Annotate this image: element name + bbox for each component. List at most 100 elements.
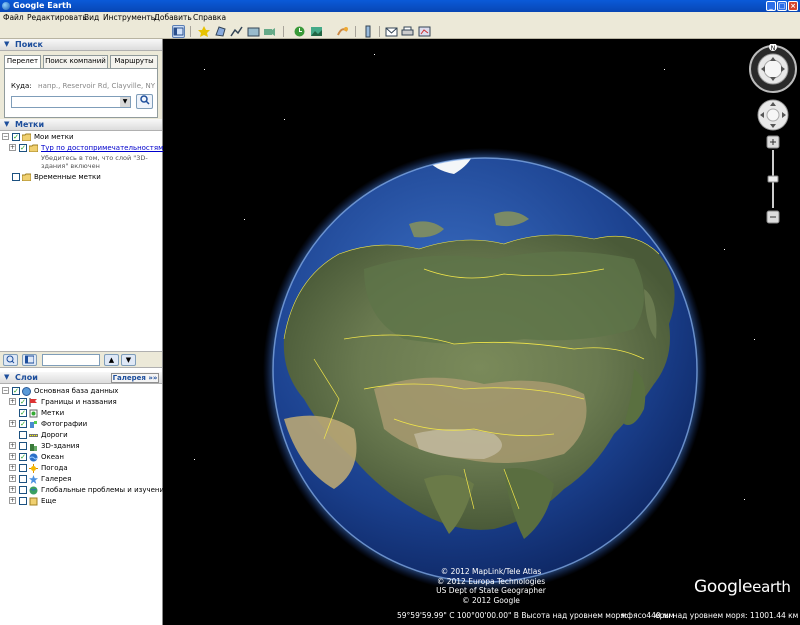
road-icon	[29, 431, 38, 439]
sidebar: ▼ Поиск Перелет Поиск компаний Маршруты …	[0, 39, 177, 625]
layer-checkbox[interactable]: ✓	[19, 453, 27, 461]
my-places-checkbox[interactable]: ✓	[12, 133, 20, 141]
print-icon[interactable]	[401, 25, 414, 38]
status-coordinates: 59°59'59.99" С 100°00'00.00" В Высота на…	[397, 611, 628, 620]
tab-directions[interactable]: Маршруты	[110, 55, 158, 68]
flag-icon	[29, 398, 38, 407]
weather-icon	[29, 464, 38, 473]
layer-checkbox[interactable]	[19, 442, 27, 450]
search-icon	[139, 95, 150, 105]
expand-icon[interactable]: +	[9, 464, 16, 471]
view-in-maps-icon[interactable]	[418, 25, 431, 38]
expand-icon[interactable]: +	[9, 475, 16, 482]
layer-checkbox[interactable]: ✓	[19, 409, 27, 417]
collapse-icon[interactable]: −	[2, 133, 9, 140]
photo-icon	[29, 420, 38, 428]
collapse-icon[interactable]: −	[2, 387, 9, 394]
maximize-button[interactable]: □	[777, 1, 787, 11]
toolbar	[0, 24, 800, 39]
sidebar-toggle-icon[interactable]	[172, 25, 185, 38]
layers-panel-header[interactable]: ▼ Слои Галерея »»	[0, 372, 162, 384]
move-down-icon[interactable]: ▼	[121, 354, 136, 366]
collapse-triangle-icon[interactable]: ▼	[4, 40, 9, 48]
sunlight-icon[interactable]	[310, 25, 323, 38]
layer-checkbox[interactable]: ✓	[19, 420, 27, 428]
gallery-button[interactable]: Галерея »»	[111, 373, 159, 383]
gallery-icon	[29, 475, 38, 484]
menu-tools[interactable]: Инструменты	[103, 13, 157, 22]
globe[interactable]	[164, 39, 800, 625]
collapse-triangle-icon[interactable]: ▼	[4, 373, 9, 381]
window-title: Google Earth	[13, 1, 72, 10]
search-panel: Перелет Поиск компаний Маршруты Куда: на…	[0, 51, 162, 121]
status-bar: 59°59'59.99" С 100°00'00.00" В Высота на…	[164, 610, 800, 622]
add-polygon-icon[interactable]	[214, 25, 227, 38]
add-path-icon[interactable]	[230, 25, 243, 38]
collapse-triangle-icon[interactable]: ▼	[4, 120, 9, 128]
temporary-places-checkbox[interactable]	[12, 173, 20, 181]
look-joystick[interactable]: N	[748, 43, 798, 96]
earth-3d-view[interactable]: N © 2012 MapLink/Tele Atlas © 2012 Europ…	[164, 39, 800, 625]
record-tour-icon[interactable]	[263, 25, 276, 38]
add-image-overlay-icon[interactable]	[247, 25, 260, 38]
layer-checkbox[interactable]: ✓	[12, 387, 20, 395]
search-panel-header[interactable]: ▼ Поиск	[0, 39, 162, 51]
historical-imagery-icon[interactable]	[293, 25, 306, 38]
layer-checkbox[interactable]	[19, 475, 27, 483]
menu-help[interactable]: Справка	[193, 13, 226, 22]
toggle-panel-icon[interactable]	[22, 354, 37, 366]
search-box: Куда: напр., Reservoir Rd, Clayville, NY…	[4, 68, 158, 118]
building-icon	[29, 442, 38, 451]
expand-icon[interactable]: +	[9, 398, 16, 405]
tab-find-businesses[interactable]: Поиск компаний	[43, 55, 108, 68]
add-placemark-icon[interactable]	[198, 25, 211, 38]
move-joystick[interactable]	[757, 99, 789, 133]
close-button[interactable]: ×	[788, 1, 798, 11]
menu-view[interactable]: Вид	[84, 13, 99, 22]
fly-to-label: Куда:	[11, 82, 32, 90]
expand-icon[interactable]: +	[9, 497, 16, 504]
expand-icon[interactable]: +	[9, 144, 16, 151]
title-bar: Google Earth _ □ ×	[0, 0, 800, 12]
imagery-credits: © 2012 MapLink/Tele Atlas © 2012 Europa …	[436, 567, 546, 605]
layer-checkbox[interactable]: ✓	[19, 398, 27, 406]
minimize-button[interactable]: _	[766, 1, 776, 11]
layer-checkbox[interactable]	[19, 497, 27, 505]
move-up-icon[interactable]: ▲	[104, 354, 119, 366]
expand-icon[interactable]: +	[9, 486, 16, 493]
search-button[interactable]	[136, 94, 153, 109]
tour-checkbox[interactable]: ✓	[19, 144, 27, 152]
zoom-slider[interactable]	[766, 134, 780, 228]
places-filter-input[interactable]	[42, 354, 100, 366]
places-toolbar: ▲ ▼	[0, 351, 162, 368]
ruler-icon[interactable]	[362, 25, 375, 38]
fly-to-hint: напр., Reservoir Rd, Clayville, NY	[38, 82, 155, 90]
fly-to-input[interactable]: ▼	[11, 96, 131, 108]
menu-file[interactable]: Файл	[3, 13, 24, 22]
expand-icon[interactable]: +	[9, 453, 16, 460]
folder-icon	[21, 133, 32, 142]
layer-checkbox[interactable]	[19, 486, 27, 494]
expand-icon[interactable]: +	[9, 420, 16, 427]
layer-checkbox[interactable]	[19, 464, 27, 472]
places-panel-header[interactable]: ▼ Метки	[0, 119, 162, 131]
google-earth-app-icon	[2, 2, 10, 10]
email-icon[interactable]	[385, 25, 398, 38]
menu-edit[interactable]: Редактировать	[27, 13, 87, 22]
tab-fly-to[interactable]: Перелет	[4, 55, 41, 69]
switch-to-sky-icon[interactable]	[336, 25, 349, 38]
zoom-thumb	[767, 175, 779, 183]
chevron-down-icon[interactable]: ▼	[120, 97, 130, 107]
search-places-icon[interactable]	[3, 354, 18, 366]
folder-icon	[21, 173, 32, 182]
expand-icon[interactable]: +	[9, 442, 16, 449]
menu-add[interactable]: Добавить	[154, 13, 192, 22]
layer-checkbox[interactable]	[19, 431, 27, 439]
more-icon	[29, 497, 38, 506]
ocean-icon	[29, 453, 38, 462]
compass-north-label: N	[771, 45, 776, 52]
status-eye-altitude: еры над уровнем моря: 11001.44 км	[655, 611, 799, 620]
earth-issues-icon	[29, 486, 38, 495]
folder-icon	[28, 144, 39, 153]
tour-link[interactable]: Тур по достопримечательностям	[41, 144, 163, 152]
